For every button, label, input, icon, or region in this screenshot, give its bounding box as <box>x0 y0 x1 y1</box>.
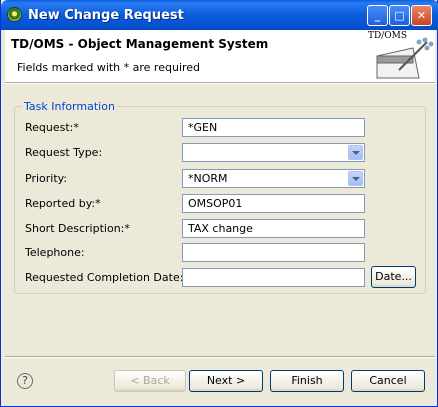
window-title: New Change Request <box>28 8 184 23</box>
title-bar[interactable]: New Change Request _ □ ✕ <box>1 0 438 30</box>
close-icon: ✕ <box>416 9 427 22</box>
priority-value: *NORM <box>188 172 228 185</box>
finish-button[interactable]: Finish <box>270 370 344 392</box>
cancel-button[interactable]: Cancel <box>351 370 425 392</box>
chevron-down-icon[interactable] <box>348 171 363 186</box>
header-separator <box>5 82 435 84</box>
close-button[interactable]: ✕ <box>411 5 432 26</box>
banner-text: TD/OMS <box>368 31 408 41</box>
chevron-down-icon[interactable] <box>348 145 363 160</box>
dialog-window: New Change Request _ □ ✕ TD/OMS - Object… <box>0 0 438 407</box>
completion-date-label: Requested Completion Date: <box>25 271 184 284</box>
short-description-label: Short Description:* <box>25 222 130 235</box>
footer-separator <box>5 356 435 358</box>
request-label: Request:* <box>25 121 79 134</box>
request-type-select[interactable] <box>182 143 365 162</box>
priority-label: Priority: <box>25 172 68 185</box>
priority-select[interactable]: *NORM <box>182 169 365 188</box>
short-description-input[interactable]: TAX change <box>182 219 365 238</box>
maximize-icon: □ <box>394 9 405 22</box>
back-button[interactable]: < Back <box>114 370 186 392</box>
wizard-header: TD/OMS - Object Management System Fields… <box>5 30 435 82</box>
date-picker-button[interactable]: Date... <box>371 266 416 288</box>
request-type-label: Request Type: <box>25 146 103 159</box>
reported-by-input[interactable]: OMSOP01 <box>182 194 365 213</box>
maximize-button[interactable]: □ <box>389 5 410 26</box>
minimize-icon: _ <box>374 9 381 22</box>
group-label: Task Information <box>22 100 117 113</box>
request-input[interactable]: *GEN <box>182 118 365 137</box>
next-button[interactable]: Next > <box>189 370 263 392</box>
header-title: TD/OMS - Object Management System <box>11 37 269 51</box>
telephone-input[interactable] <box>182 243 365 262</box>
help-icon[interactable]: ? <box>17 373 33 389</box>
header-subtitle: Fields marked with * are required <box>17 61 201 74</box>
reported-by-label: Reported by:* <box>25 197 101 210</box>
telephone-label: Telephone: <box>25 246 85 259</box>
completion-date-input[interactable] <box>182 268 365 287</box>
minimize-button[interactable]: _ <box>367 5 388 26</box>
app-icon <box>7 7 22 22</box>
